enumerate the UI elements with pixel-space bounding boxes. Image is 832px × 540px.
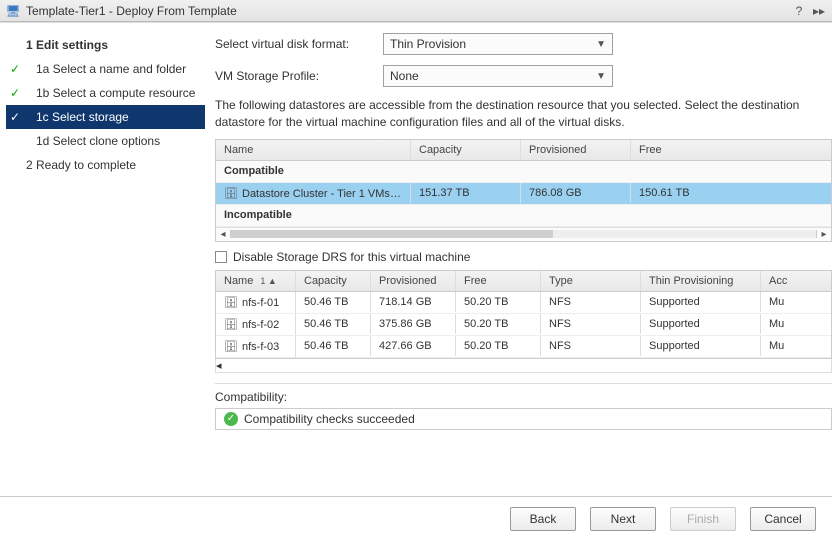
back-button[interactable]: Back <box>510 507 576 531</box>
success-icon: ✓ <box>224 412 238 426</box>
col-free[interactable]: Free <box>631 140 811 160</box>
scroll-right-icon[interactable]: ▸ <box>817 229 831 240</box>
wizard-step-label: 1b Select a compute resource <box>24 86 201 100</box>
datastore-cluster-icon: 🗄 <box>224 187 238 200</box>
disk-format-label: Select virtual disk format: <box>215 37 375 51</box>
help-icon[interactable]: ? <box>792 4 806 18</box>
scroll-thumb[interactable] <box>231 230 553 238</box>
wizard-step[interactable]: ✓1a Select a name and folder <box>6 57 205 81</box>
host-row[interactable]: 🗄nfs-f-0350.46 TB427.66 GB50.20 TBNFSSup… <box>216 336 831 358</box>
col2-acc[interactable]: Acc <box>761 271 801 291</box>
col-capacity[interactable]: Capacity <box>411 140 521 160</box>
storage-profile-row: VM Storage Profile: None ▼ <box>215 65 832 87</box>
host-row[interactable]: 🗄nfs-f-0150.46 TB718.14 GB50.20 TBNFSSup… <box>216 292 831 314</box>
sort-indicator: 1 ▲ <box>260 276 276 286</box>
wizard-step[interactable]: 2 Ready to complete <box>6 153 205 177</box>
deploy-wizard-window: 🖥 Template-Tier1 - Deploy From Template … <box>0 0 832 540</box>
compatibility-text: Compatibility checks succeeded <box>244 412 415 426</box>
group-row: Compatible <box>216 161 831 183</box>
check-icon: ✓ <box>6 110 24 124</box>
datastore-row[interactable]: 🗄Datastore Cluster - Tier 1 VMs and VMDK… <box>216 183 831 205</box>
disable-drs-checkbox[interactable] <box>215 251 227 263</box>
scroll-left-icon[interactable]: ◂ <box>216 359 222 372</box>
disable-drs-row[interactable]: Disable Storage DRS for this virtual mac… <box>215 250 832 264</box>
storage-profile-label: VM Storage Profile: <box>215 69 375 83</box>
datastore-table-body: Compatible🗄Datastore Cluster - Tier 1 VM… <box>216 161 831 227</box>
titlebar-controls: ? ▸▸ <box>792 4 826 18</box>
wizard-step-label: 1c Select storage <box>24 110 201 124</box>
body: 1 Edit settings✓1a Select a name and fol… <box>0 22 832 496</box>
window-title: Template-Tier1 - Deploy From Template <box>26 4 786 18</box>
titlebar: 🖥 Template-Tier1 - Deploy From Template … <box>0 0 832 22</box>
datastore-icon: 🗄 <box>224 340 238 353</box>
chevron-down-icon: ▼ <box>596 71 606 82</box>
wizard-step-label: 1a Select a name and folder <box>24 62 201 76</box>
disk-format-row: Select virtual disk format: Thin Provisi… <box>215 33 832 55</box>
footer: Back Next Finish Cancel <box>0 496 832 540</box>
wizard-step-label: 2 Ready to complete <box>24 158 201 172</box>
scroll-track[interactable] <box>230 230 817 238</box>
storage-profile-value: None <box>390 69 419 83</box>
col2-capacity[interactable]: Capacity <box>296 271 371 291</box>
datastore-table-header: Name Capacity Provisioned Free <box>216 140 831 161</box>
disk-format-value: Thin Provision <box>390 37 466 51</box>
datastore-icon: 🗄 <box>224 296 238 309</box>
disable-drs-label: Disable Storage DRS for this virtual mac… <box>233 250 470 264</box>
finish-button: Finish <box>670 507 736 531</box>
host-table-body: 🗄nfs-f-0150.46 TB718.14 GB50.20 TBNFSSup… <box>216 292 831 358</box>
check-icon: ✓ <box>6 86 24 100</box>
col2-provisioned[interactable]: Provisioned <box>371 271 456 291</box>
wizard-step[interactable]: ✓1b Select a compute resource <box>6 81 205 105</box>
host-table-header: Name 1 ▲ Capacity Provisioned Free Type … <box>216 271 831 292</box>
scroll-left-icon[interactable]: ◂ <box>216 229 230 240</box>
datastore-table: Name Capacity Provisioned Free Compatibl… <box>215 139 832 242</box>
host-datastore-table: Name 1 ▲ Capacity Provisioned Free Type … <box>215 270 832 359</box>
datastore-icon: 🗄 <box>224 318 238 331</box>
host-hscroll[interactable]: ◂ <box>215 359 832 373</box>
compatibility-status: ✓ Compatibility checks succeeded <box>215 408 832 430</box>
col2-thin[interactable]: Thin Provisioning <box>641 271 761 291</box>
col2-type[interactable]: Type <box>541 271 641 291</box>
disk-format-select[interactable]: Thin Provision ▼ <box>383 33 613 55</box>
col-provisioned[interactable]: Provisioned <box>521 140 631 160</box>
col2-free[interactable]: Free <box>456 271 541 291</box>
content-pane: Select virtual disk format: Thin Provisi… <box>205 23 832 496</box>
wizard-step[interactable]: ✓1c Select storage <box>6 105 205 129</box>
col2-name[interactable]: Name 1 ▲ <box>216 271 296 291</box>
next-button[interactable]: Next <box>590 507 656 531</box>
wizard-steps: 1 Edit settings✓1a Select a name and fol… <box>0 23 205 496</box>
wizard-step[interactable]: 1d Select clone options <box>6 129 205 153</box>
snap-icon[interactable]: ▸▸ <box>812 4 826 18</box>
chevron-down-icon: ▼ <box>596 39 606 50</box>
host-row[interactable]: 🗄nfs-f-0250.46 TB375.86 GB50.20 TBNFSSup… <box>216 314 831 336</box>
wizard-step-label: 1 Edit settings <box>24 38 201 52</box>
check-icon: ✓ <box>6 62 24 76</box>
compatibility-label: Compatibility: <box>215 383 832 404</box>
vm-template-icon: 🖥 <box>6 4 20 18</box>
col-name[interactable]: Name <box>216 140 411 160</box>
cancel-button[interactable]: Cancel <box>750 507 816 531</box>
group-row: Incompatible <box>216 205 831 227</box>
datastore-hscroll[interactable]: ◂ ▸ <box>216 227 831 241</box>
wizard-step[interactable]: 1 Edit settings <box>6 33 205 57</box>
destination-description: The following datastores are accessible … <box>215 97 832 131</box>
wizard-step-label: 1d Select clone options <box>24 134 201 148</box>
storage-profile-select[interactable]: None ▼ <box>383 65 613 87</box>
